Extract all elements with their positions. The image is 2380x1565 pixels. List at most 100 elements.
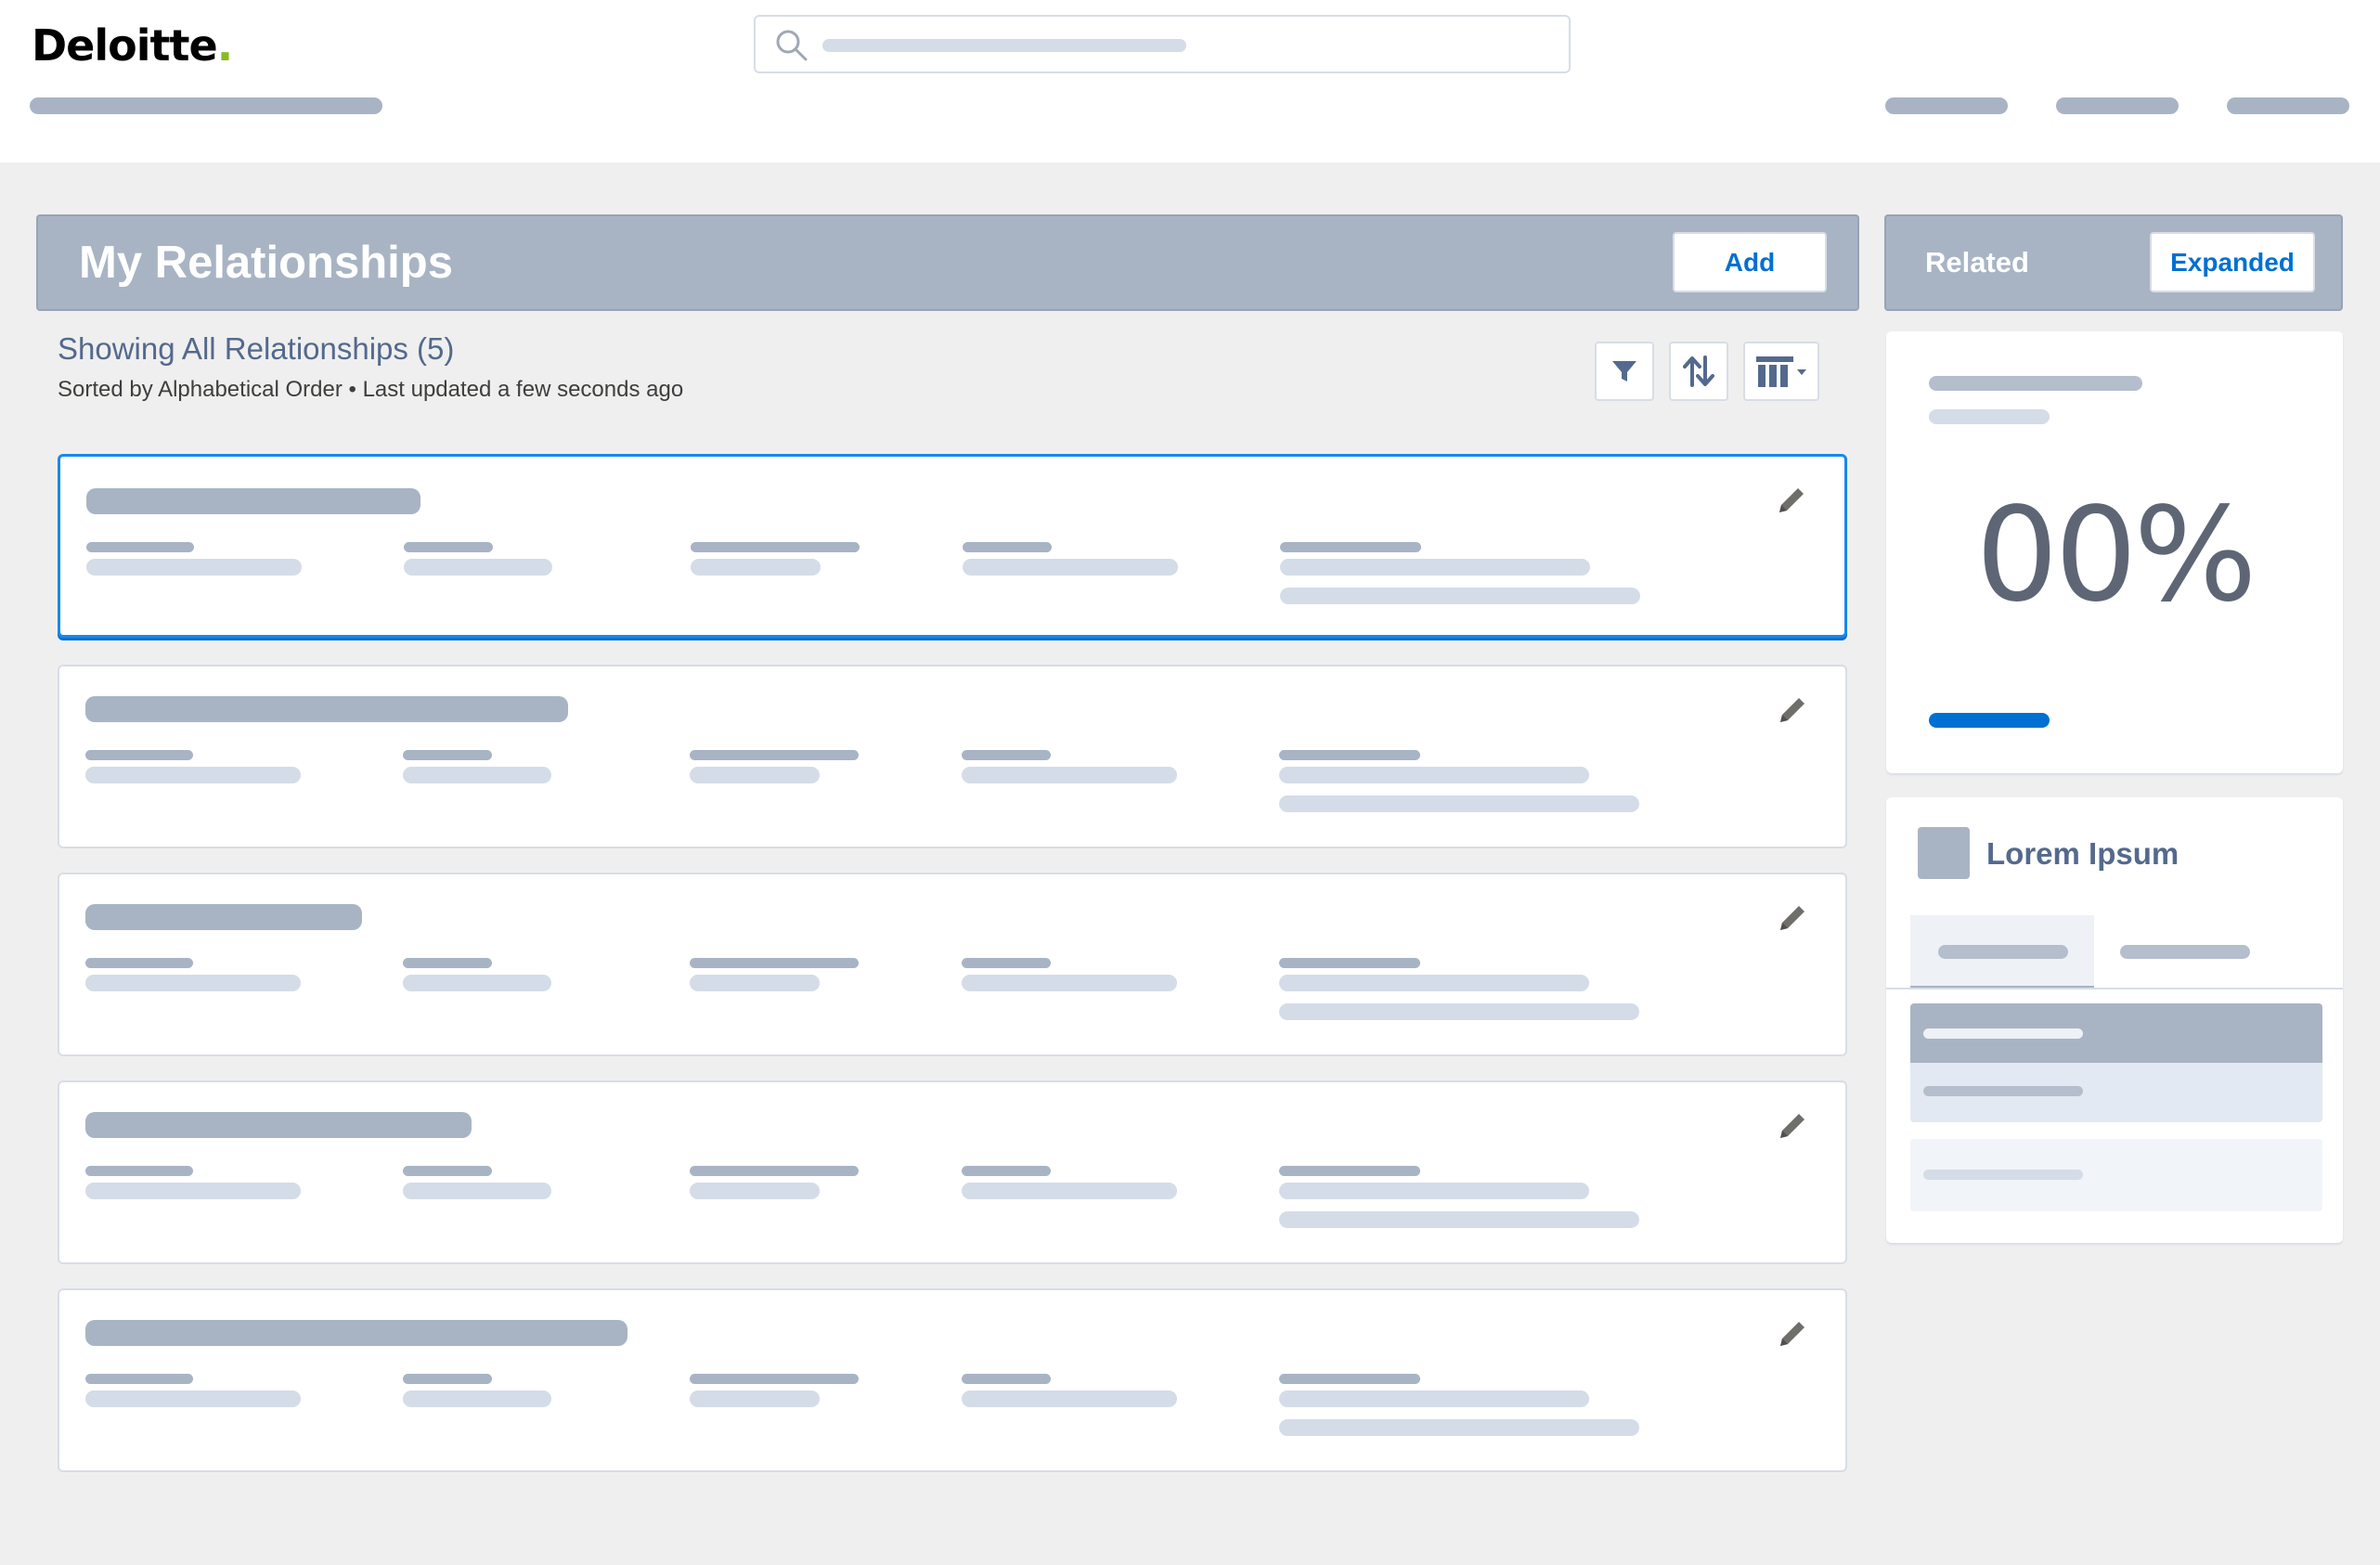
columns-icon xyxy=(1756,356,1806,387)
relationship-card[interactable] xyxy=(58,665,1847,848)
field-label xyxy=(85,1166,193,1176)
search-placeholder xyxy=(822,39,1186,52)
field-value xyxy=(1280,559,1590,576)
list-item-placeholder xyxy=(1923,1170,2083,1180)
field-value xyxy=(690,767,820,783)
sort-button[interactable] xyxy=(1669,342,1728,401)
field-label xyxy=(403,958,492,968)
field-label xyxy=(1279,750,1420,760)
list-subtitle: Sorted by Alphabetical Order • Last upda… xyxy=(58,377,684,402)
field-label xyxy=(690,1166,859,1176)
expanded-button[interactable]: Expanded xyxy=(2150,232,2315,292)
pencil-icon[interactable] xyxy=(1774,483,1809,518)
field-label xyxy=(690,958,859,968)
field-value xyxy=(1280,588,1640,604)
card-title-placeholder xyxy=(85,904,362,930)
field-value xyxy=(962,975,1177,991)
related-header: Related Expanded xyxy=(1884,214,2343,311)
field-label xyxy=(404,542,493,552)
field-label xyxy=(403,1374,492,1384)
list-item[interactable] xyxy=(1910,1063,2322,1122)
lorem-card: Lorem Ipsum xyxy=(1886,797,2343,1243)
relationships-header: My Relationships Add xyxy=(36,214,1859,311)
field-value xyxy=(1279,975,1589,991)
field-label xyxy=(403,750,492,760)
stat-card: 00% xyxy=(1886,331,2343,773)
top-bar: Deloitte. xyxy=(0,0,2380,162)
nav-link-1[interactable] xyxy=(1885,97,2008,114)
field-label xyxy=(691,542,860,552)
tab-2[interactable] xyxy=(2094,915,2278,989)
columns-button[interactable] xyxy=(1743,342,1819,401)
field-value xyxy=(691,559,821,576)
field-value xyxy=(962,1183,1177,1199)
relationship-card[interactable] xyxy=(58,454,1847,638)
tab-divider xyxy=(1886,988,2343,989)
field-value xyxy=(85,975,301,991)
breadcrumb-placeholder xyxy=(30,97,382,114)
field-label xyxy=(85,958,193,968)
field-label xyxy=(1280,542,1421,552)
field-value xyxy=(86,559,302,576)
field-value xyxy=(85,1390,301,1407)
card-title-placeholder xyxy=(85,1320,627,1346)
filter-button[interactable] xyxy=(1595,342,1654,401)
field-value xyxy=(690,1390,820,1407)
avatar xyxy=(1918,827,1970,879)
field-label xyxy=(962,750,1051,760)
field-value xyxy=(962,1390,1177,1407)
list-title: Showing All Relationships (5) xyxy=(58,331,455,366)
pencil-icon[interactable] xyxy=(1775,1108,1810,1144)
field-label xyxy=(690,1374,859,1384)
pencil-icon[interactable] xyxy=(1775,692,1810,728)
tab-1[interactable] xyxy=(1910,915,2094,989)
stat-subtitle-placeholder xyxy=(1929,409,2050,424)
card-title-placeholder xyxy=(85,696,568,722)
card-title-placeholder xyxy=(85,1112,472,1138)
field-value xyxy=(1279,1419,1639,1436)
field-value xyxy=(690,975,820,991)
pencil-icon[interactable] xyxy=(1775,900,1810,936)
field-value xyxy=(962,767,1177,783)
field-value xyxy=(690,1183,820,1199)
field-value xyxy=(963,559,1178,576)
stat-accent-bar xyxy=(1929,713,2050,728)
field-value xyxy=(1279,1183,1589,1199)
field-value xyxy=(1279,1211,1639,1228)
list-item-placeholder xyxy=(1923,1086,2083,1096)
field-label xyxy=(690,750,859,760)
lorem-title: Lorem Ipsum xyxy=(1986,836,2180,871)
field-label xyxy=(962,1374,1051,1384)
search-input[interactable] xyxy=(754,15,1571,73)
field-label xyxy=(962,958,1051,968)
field-label xyxy=(963,542,1052,552)
field-value xyxy=(1279,1390,1589,1407)
nav-link-3[interactable] xyxy=(2227,97,2349,114)
relationship-card[interactable] xyxy=(58,1288,1847,1472)
field-label xyxy=(403,1166,492,1176)
field-value xyxy=(1279,767,1589,783)
nav-link-2[interactable] xyxy=(2056,97,2179,114)
stat-value: 00% xyxy=(1975,480,2257,631)
field-value xyxy=(403,1390,551,1407)
related-title: Related xyxy=(1925,246,2029,278)
tab-label-placeholder xyxy=(1938,945,2068,959)
filter-icon xyxy=(1612,361,1636,382)
field-label xyxy=(1279,1166,1420,1176)
tab-label-placeholder xyxy=(2120,945,2250,959)
field-label xyxy=(86,542,194,552)
pencil-icon[interactable] xyxy=(1775,1316,1810,1352)
field-label xyxy=(1279,958,1420,968)
relationship-card[interactable] xyxy=(58,1080,1847,1264)
list-item[interactable] xyxy=(1910,1003,2322,1063)
field-value xyxy=(85,1183,301,1199)
search-icon xyxy=(776,30,808,61)
list-item[interactable] xyxy=(1910,1139,2322,1211)
deloitte-logo[interactable]: Deloitte. xyxy=(32,20,233,71)
field-label xyxy=(85,1374,193,1384)
field-label xyxy=(962,1166,1051,1176)
field-value xyxy=(1279,795,1639,812)
relationship-card[interactable] xyxy=(58,873,1847,1056)
add-button[interactable]: Add xyxy=(1673,232,1827,292)
field-value xyxy=(404,559,552,576)
